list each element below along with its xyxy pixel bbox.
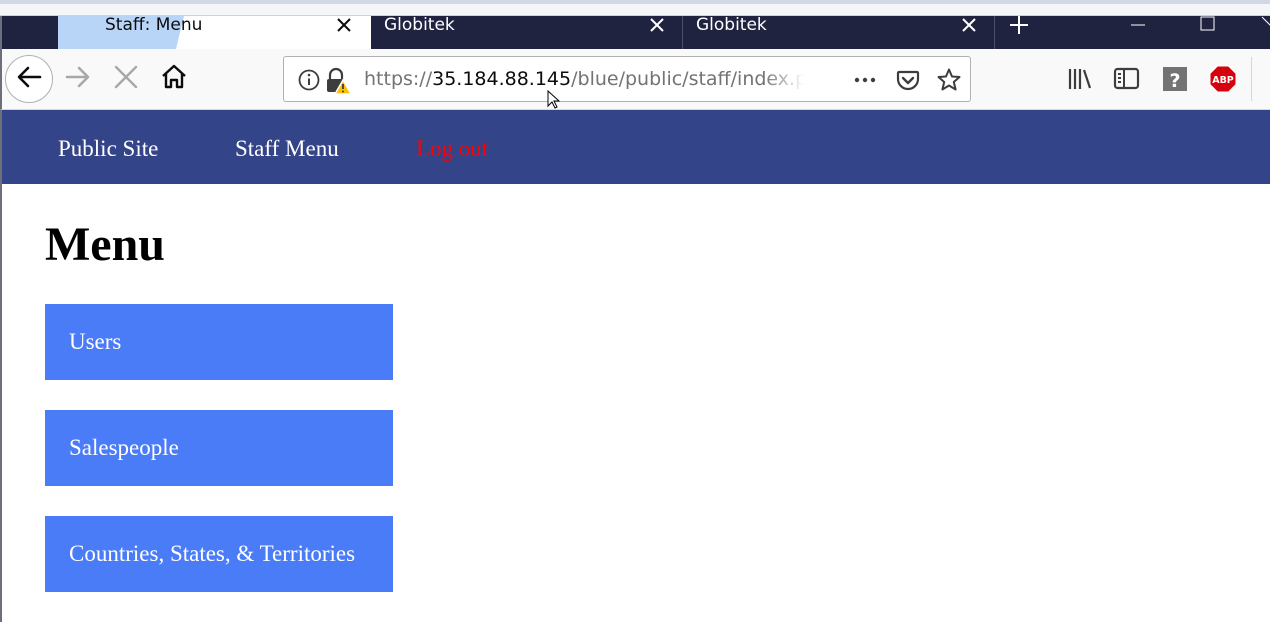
home-button[interactable]	[150, 55, 198, 103]
site-header-nav: Public Site Staff Menu Log out	[2, 110, 1270, 184]
page-title: Menu	[45, 218, 165, 271]
sidebar-icon[interactable]	[1112, 64, 1142, 94]
menu-item-users[interactable]: Users	[45, 304, 393, 380]
new-tab-button[interactable]	[1002, 16, 1036, 49]
back-arrow-icon	[14, 62, 44, 96]
stop-button[interactable]	[102, 55, 150, 103]
tab-title: Staff: Menu	[105, 15, 203, 35]
tab-staff-menu[interactable]: Staff: Menu	[58, 16, 371, 49]
window-top-strip	[0, 0, 1270, 16]
nav-toolbar: https://35.184.88.145/blue/public/staff/…	[0, 49, 1270, 110]
window-top-line	[0, 0, 1270, 4]
minimize-button[interactable]	[1108, 16, 1168, 49]
tab-globitek-1[interactable]: Globitek	[371, 16, 683, 49]
url-host: 35.184.88.145	[432, 68, 572, 90]
menu-item-salespeople[interactable]: Salespeople	[45, 410, 393, 486]
forward-arrow-icon	[63, 62, 93, 96]
close-icon[interactable]	[334, 15, 354, 35]
star-icon[interactable]	[936, 67, 962, 93]
tab-title: Globitek	[696, 15, 767, 35]
pocket-icon[interactable]	[895, 67, 921, 93]
nav-link-log-out[interactable]: Log out	[416, 136, 488, 162]
info-icon[interactable]	[296, 67, 322, 93]
toolbar-separator	[1251, 57, 1252, 101]
abp-icon[interactable]: ABP	[1208, 64, 1238, 94]
stop-icon	[112, 63, 140, 95]
tab-bar: Staff: Menu Globitek Globitek	[0, 16, 1270, 49]
nav-link-public-site[interactable]: Public Site	[58, 136, 158, 162]
mouse-cursor-icon	[547, 89, 561, 110]
menu-item-countries-states-territories[interactable]: Countries, States, & Territories	[45, 516, 393, 592]
url-text[interactable]: https://35.184.88.145/blue/public/staff/…	[364, 68, 804, 90]
library-icon[interactable]	[1065, 64, 1095, 94]
maximize-button[interactable]	[1178, 16, 1238, 49]
more-icon[interactable]	[852, 67, 878, 93]
window-left-border	[0, 110, 2, 622]
help-label: ?	[1169, 70, 1180, 92]
nav-link-staff-menu[interactable]: Staff Menu	[235, 136, 339, 162]
url-bar[interactable]: https://35.184.88.145/blue/public/staff/…	[283, 56, 971, 102]
url-fade	[764, 62, 804, 96]
tab-globitek-2[interactable]: Globitek	[683, 16, 995, 49]
close-icon[interactable]	[647, 15, 667, 35]
close-icon[interactable]	[959, 15, 979, 35]
url-scheme: https://	[364, 68, 433, 90]
tab-title: Globitek	[384, 15, 455, 35]
home-icon	[160, 63, 188, 95]
close-window-button[interactable]	[1250, 16, 1270, 49]
back-button[interactable]	[5, 55, 53, 103]
forward-button[interactable]	[54, 55, 102, 103]
insecure-lock-icon[interactable]	[324, 67, 353, 95]
help-icon[interactable]: ?	[1160, 64, 1190, 94]
abp-label: ABP	[1212, 75, 1234, 86]
